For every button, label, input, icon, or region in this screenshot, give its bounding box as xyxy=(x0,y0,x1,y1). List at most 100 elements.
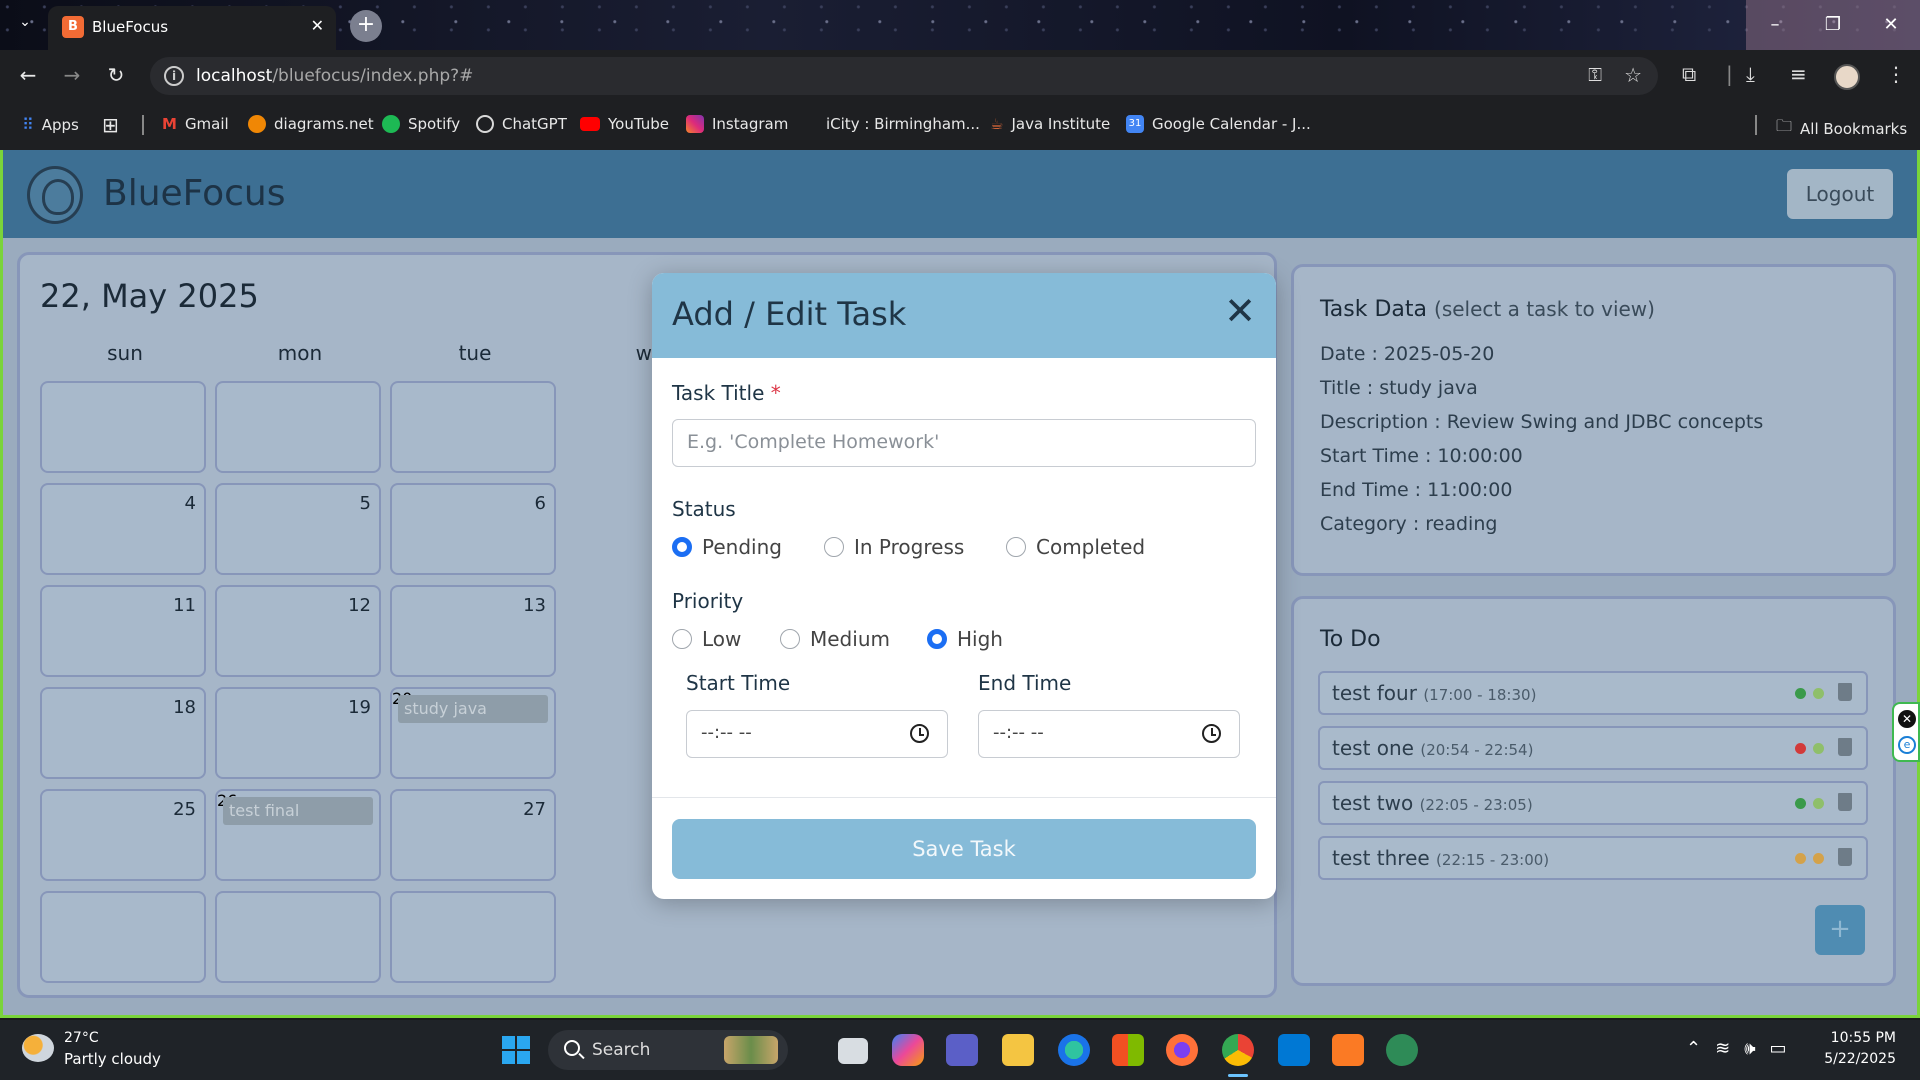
teams-icon[interactable] xyxy=(946,1034,978,1066)
extension-e-icon[interactable]: e xyxy=(1898,736,1916,754)
media-control-icon[interactable]: ≡ xyxy=(1790,62,1807,86)
status-pending-radio[interactable]: Pending xyxy=(672,535,782,559)
task-view-icon[interactable] xyxy=(838,1038,868,1064)
calendar-day-cell[interactable]: 18 xyxy=(40,687,206,779)
reload-icon[interactable]: ↻ xyxy=(102,62,130,90)
taskbar-time[interactable]: 10:55 PM xyxy=(1831,1030,1896,1046)
trash-icon[interactable] xyxy=(1838,848,1852,866)
clock-icon[interactable] xyxy=(1202,724,1221,743)
extensions-icon[interactable]: ⧉ xyxy=(1682,62,1696,86)
priority-low-radio[interactable]: Low xyxy=(672,627,741,651)
todo-item[interactable]: test one (20:54 - 22:54) xyxy=(1318,726,1868,770)
calendar-day-cell[interactable] xyxy=(390,381,556,473)
taskbar-search[interactable]: Search xyxy=(548,1030,788,1070)
side-extension-widget[interactable]: ✕ e xyxy=(1892,702,1920,762)
calendar-day-cell[interactable]: 25 xyxy=(40,789,206,881)
battery-icon[interactable]: ▭ xyxy=(1770,1038,1787,1059)
close-window-button[interactable]: ✕ xyxy=(1862,0,1920,50)
calendar-day-cell[interactable] xyxy=(215,891,381,983)
calendar-day-cell[interactable]: 19 xyxy=(215,687,381,779)
task-title-input[interactable]: E.g. 'Complete Homework' xyxy=(672,419,1256,467)
address-bar[interactable]: i localhost/bluefocus/index.php?# ⚿ ☆ xyxy=(150,57,1658,95)
trash-icon[interactable] xyxy=(1838,738,1852,756)
calendar-day-cell[interactable]: 12 xyxy=(215,585,381,677)
priority-medium-radio[interactable]: Medium xyxy=(780,627,890,651)
copilot-icon[interactable] xyxy=(892,1034,924,1066)
close-circle-icon[interactable]: ✕ xyxy=(1898,710,1916,728)
priority-high-radio[interactable]: High xyxy=(927,627,1003,651)
google-calendar-icon: 31 xyxy=(1126,115,1144,133)
calendar-day-cell[interactable]: 13 xyxy=(390,585,556,677)
edge-icon[interactable] xyxy=(1058,1034,1090,1066)
bookmark-gmail[interactable]: M Gmail xyxy=(162,115,229,133)
volume-icon[interactable]: 🕪 xyxy=(1744,1038,1755,1059)
wifi-icon[interactable]: ≋ xyxy=(1715,1038,1730,1059)
password-key-icon[interactable]: ⚿ xyxy=(1588,65,1602,86)
bookmark-chatgpt[interactable]: ChatGPT xyxy=(476,115,567,133)
restore-button[interactable]: ❐ xyxy=(1804,0,1862,50)
taskbar-date[interactable]: 5/22/2025 xyxy=(1824,1051,1896,1067)
calendar-day-cell[interactable] xyxy=(40,381,206,473)
calendar-day-cell[interactable] xyxy=(390,891,556,983)
calendar-day-cell[interactable]: 11 xyxy=(40,585,206,677)
bookmark-spotify[interactable]: Spotify xyxy=(382,115,460,133)
show-hidden-icons-chevron-icon[interactable]: ⌃ xyxy=(1686,1038,1701,1059)
calendar-day-cell[interactable]: 4 xyxy=(40,483,206,575)
calendar-event[interactable]: test final xyxy=(223,797,373,825)
save-task-button[interactable]: Save Task xyxy=(672,819,1256,879)
bookmark-youtube[interactable]: YouTube xyxy=(580,115,669,133)
modal-divider xyxy=(652,797,1276,798)
xampp-icon[interactable] xyxy=(1332,1034,1364,1066)
minimize-button[interactable]: – xyxy=(1746,0,1804,50)
close-icon[interactable]: ✕ xyxy=(1222,292,1258,330)
calendar-day-cell[interactable]: test final26 xyxy=(215,789,381,881)
menu-kebab-icon[interactable]: ⋮ xyxy=(1886,62,1906,86)
microsoft-store-icon[interactable] xyxy=(1112,1034,1144,1066)
todo-item[interactable]: test three (22:15 - 23:00) xyxy=(1318,836,1868,880)
clock-icon[interactable] xyxy=(910,724,929,743)
calendar-day-cell[interactable] xyxy=(40,891,206,983)
add-task-button[interactable]: + xyxy=(1815,905,1865,955)
calendar-event[interactable]: study java xyxy=(398,695,548,723)
calendar-day-cell[interactable] xyxy=(215,381,381,473)
todo-item[interactable]: test two (22:05 - 23:05) xyxy=(1318,781,1868,825)
bookmark-java-institute[interactable]: ☕ Java Institute xyxy=(990,115,1110,133)
firefox-icon[interactable] xyxy=(1166,1034,1198,1066)
download-icon[interactable]: ⤓ xyxy=(1746,62,1755,86)
vscode-icon[interactable] xyxy=(1278,1034,1310,1066)
start-time-input[interactable]: --:-- -- xyxy=(686,710,948,758)
calendar-day-cell[interactable]: 27 xyxy=(390,789,556,881)
bookmark-instagram[interactable]: Instagram xyxy=(686,115,788,133)
calendar-day-cell[interactable]: 6 xyxy=(390,483,556,575)
browser-tab[interactable]: B BlueFocus ✕ xyxy=(48,6,336,50)
forward-icon[interactable]: → xyxy=(58,62,86,90)
bookmark-star-icon[interactable]: ☆ xyxy=(1624,63,1642,87)
bookmark-diagrams[interactable]: diagrams.net xyxy=(248,115,374,133)
windows-start-icon[interactable] xyxy=(502,1036,530,1064)
profile-avatar[interactable] xyxy=(1834,64,1860,90)
end-time-input[interactable]: --:-- -- xyxy=(978,710,1240,758)
bookmark-icity[interactable]: iCity : Birmingham... xyxy=(800,115,980,133)
back-icon[interactable]: ← xyxy=(14,62,42,90)
tab-search-dropdown-icon[interactable]: ⌄ xyxy=(12,14,38,36)
bookmark-apps[interactable]: ⠿ Apps xyxy=(22,115,79,134)
calendar-day-cell[interactable]: study java20 xyxy=(390,687,556,779)
trash-icon[interactable] xyxy=(1838,683,1852,701)
status-completed-radio[interactable]: Completed xyxy=(1006,535,1145,559)
chrome-icon[interactable] xyxy=(1222,1034,1254,1077)
logout-button[interactable]: Logout xyxy=(1787,169,1893,219)
new-tab-button[interactable]: + xyxy=(350,10,382,42)
file-explorer-icon[interactable] xyxy=(1002,1034,1034,1066)
calendar-day-cell[interactable]: 5 xyxy=(215,483,381,575)
bookmark-google-calendar[interactable]: 31 Google Calendar - J... xyxy=(1126,115,1311,133)
hs-app-icon[interactable] xyxy=(1386,1034,1418,1066)
status-in-progress-radio[interactable]: In Progress xyxy=(824,535,964,559)
radio-label: Low xyxy=(702,627,742,651)
site-info-icon[interactable]: i xyxy=(164,66,184,86)
tab-close-icon[interactable]: ✕ xyxy=(311,16,324,35)
trash-icon[interactable] xyxy=(1838,793,1852,811)
tab-groups-icon[interactable]: ⊞ xyxy=(102,113,119,137)
partly-cloudy-icon[interactable] xyxy=(22,1034,54,1062)
all-bookmarks[interactable]: 🗀 All Bookmarks xyxy=(1776,115,1907,142)
todo-item[interactable]: test four (17:00 - 18:30) xyxy=(1318,671,1868,715)
